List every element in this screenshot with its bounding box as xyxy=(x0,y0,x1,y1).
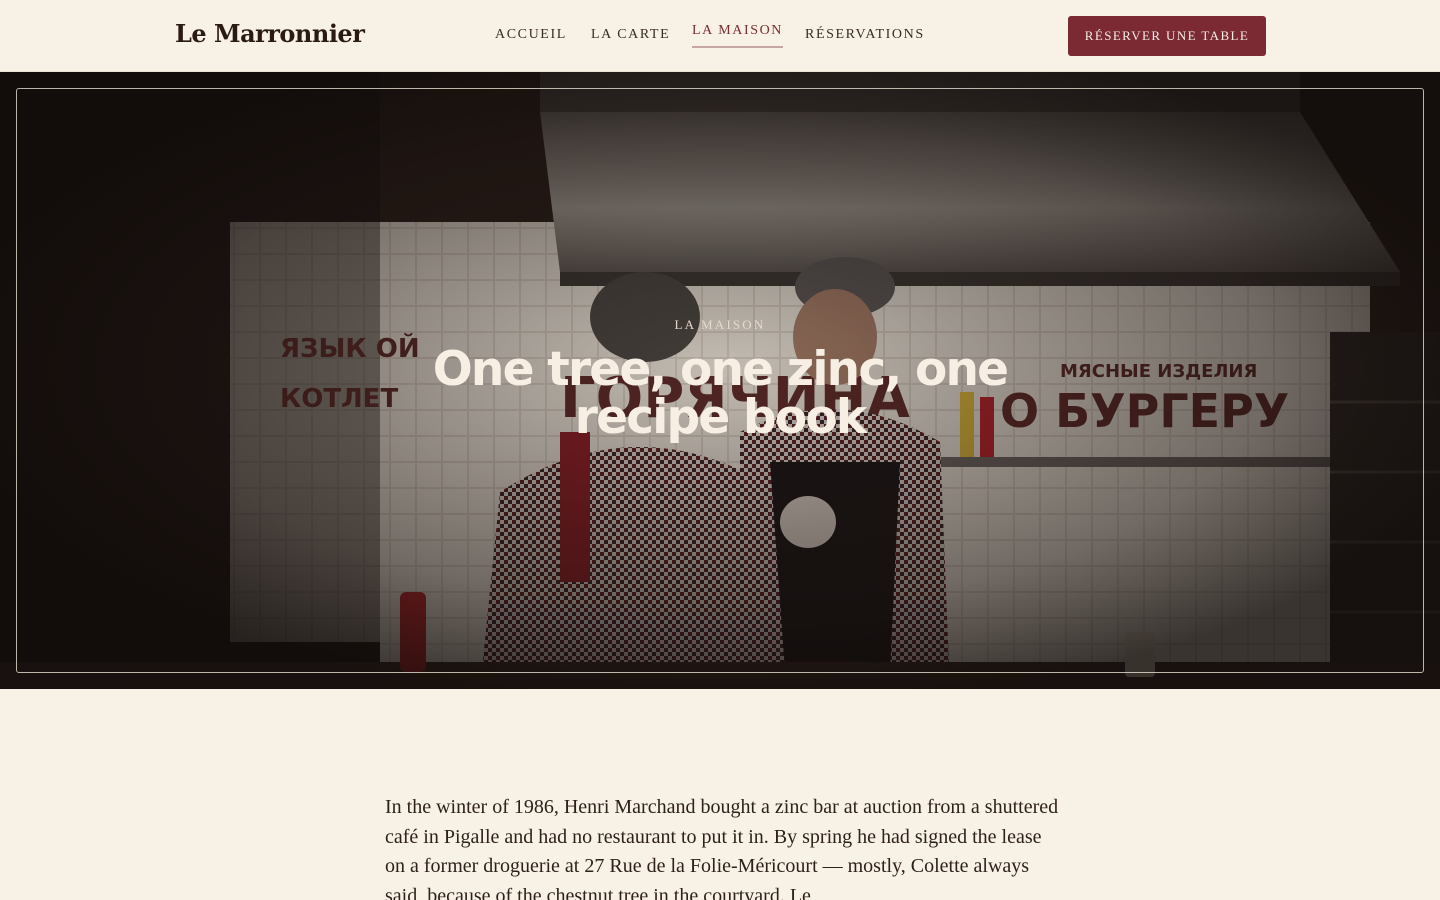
story-paragraph: In the winter of 1986, Henri Marchand bo… xyxy=(385,796,1059,900)
site-header: Le Marronnier ACCUEIL LA CARTE LA MAISON… xyxy=(0,0,1440,72)
hero-section: ГОРЯЧИНА О БУРГЕРУ МЯСНЫЕ ИЗДЕЛИЯ ЯЗЫК О… xyxy=(0,72,1440,689)
nav-link-la-maison[interactable]: LA MAISON xyxy=(692,23,784,48)
hero-title: One tree, one zinc, one recipe book xyxy=(432,342,1009,445)
reserve-table-button[interactable]: RÉSERVER UNE TABLE xyxy=(1068,16,1266,56)
nav-link-la-carte[interactable]: LA CARTE xyxy=(591,27,670,43)
nav-link-reservations[interactable]: RÉSERVATIONS xyxy=(805,27,925,43)
hero-eyebrow: LA MAISON xyxy=(674,317,766,332)
nav-link-accueil[interactable]: ACCUEIL xyxy=(495,27,567,43)
